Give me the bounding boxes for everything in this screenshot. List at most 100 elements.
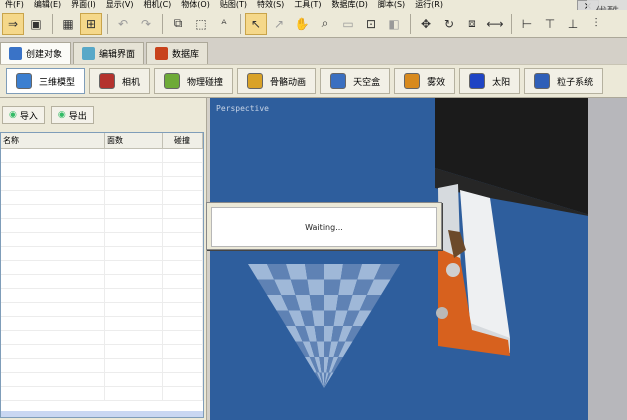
column-header-name[interactable]: 名称 bbox=[1, 133, 105, 148]
redo-button[interactable]: ↷ bbox=[135, 13, 157, 35]
table-cell bbox=[1, 345, 105, 358]
table-row[interactable] bbox=[1, 359, 203, 373]
checker-tile bbox=[307, 279, 324, 295]
object-tab-7[interactable]: 粒子系统 bbox=[524, 68, 604, 94]
align-center-icon: ⊥ bbox=[567, 16, 579, 31]
move-button[interactable]: ✥ bbox=[415, 13, 437, 35]
table-row[interactable] bbox=[1, 331, 203, 345]
align-center-button[interactable]: ⊥ bbox=[562, 13, 584, 35]
horizontal-scrollbar[interactable] bbox=[1, 411, 203, 417]
perspective-viewport[interactable]: Perspective bbox=[210, 98, 627, 420]
camera-button[interactable]: ▭ bbox=[337, 13, 359, 35]
table-cell bbox=[105, 303, 163, 316]
menu-item-0[interactable]: 件(F) bbox=[0, 0, 29, 10]
table-cell bbox=[105, 359, 163, 372]
table-row[interactable] bbox=[1, 247, 203, 261]
model-table[interactable]: 名称 面数 碰撞 bbox=[0, 132, 204, 418]
copy-button[interactable]: ⧉ bbox=[167, 13, 189, 35]
snap-grid-button[interactable]: ⊞ bbox=[80, 12, 102, 35]
table-row[interactable] bbox=[1, 149, 203, 163]
tab-2[interactable]: 数据库 bbox=[146, 42, 209, 64]
tab-label: 编辑界面 bbox=[99, 50, 136, 60]
tab-0[interactable]: 创建对象 bbox=[0, 42, 72, 64]
viewport-label: Perspective bbox=[216, 104, 269, 113]
abc-text-button[interactable]: ᴬ bbox=[213, 13, 235, 35]
arrow-select-button[interactable]: ⇒ bbox=[2, 12, 24, 35]
table-row[interactable] bbox=[1, 317, 203, 331]
menu-item-7[interactable]: 特效(S) bbox=[252, 0, 289, 10]
select-region-icon: ⬚ bbox=[195, 16, 207, 31]
import-button[interactable]: ◉ 导入 bbox=[2, 106, 45, 124]
menu-item-5[interactable]: 物体(O) bbox=[176, 0, 215, 10]
table-row[interactable] bbox=[1, 233, 203, 247]
table-cell bbox=[105, 191, 163, 204]
shape-button[interactable]: ◧ bbox=[383, 13, 405, 35]
table-cell bbox=[1, 261, 105, 274]
menu-item-8[interactable]: 工具(T) bbox=[289, 0, 326, 10]
menu-item-9[interactable]: 数据库(D) bbox=[326, 0, 372, 10]
table-cell bbox=[1, 163, 105, 176]
object-tab-label: 物理碰撞 bbox=[187, 77, 224, 88]
object-tab-5[interactable]: 雾效 bbox=[394, 68, 456, 94]
tab-icon bbox=[155, 47, 169, 60]
checker-tile bbox=[324, 279, 341, 295]
table-cell bbox=[105, 331, 163, 344]
object-tab-4[interactable]: 天空盒 bbox=[320, 68, 391, 94]
table-row[interactable] bbox=[1, 219, 203, 233]
table-cell bbox=[105, 317, 163, 330]
table-row[interactable] bbox=[1, 205, 203, 219]
export-button[interactable]: ◉ 导出 bbox=[50, 106, 94, 124]
target-button[interactable]: ⊡ bbox=[360, 13, 382, 35]
distribute-icon: ⫶ bbox=[594, 16, 598, 30]
object-tab-2[interactable]: 物理碰撞 bbox=[154, 68, 234, 94]
distribute-button[interactable]: ⫶ bbox=[585, 13, 607, 35]
table-row[interactable] bbox=[1, 177, 203, 191]
grid-button[interactable]: ▦ bbox=[57, 13, 79, 35]
table-row[interactable] bbox=[1, 261, 203, 275]
object-tab-0[interactable]: 三维模型 bbox=[6, 68, 86, 94]
menu-item-3[interactable]: 显示(V) bbox=[101, 0, 139, 10]
toolbar-separator bbox=[162, 13, 163, 34]
save-button[interactable]: ▣ bbox=[25, 13, 47, 35]
link-pointer-button[interactable]: ↗ bbox=[268, 13, 290, 35]
object-tab-icon bbox=[330, 73, 347, 89]
align-v-button[interactable]: ⊤ bbox=[539, 13, 561, 35]
table-row[interactable] bbox=[1, 275, 203, 289]
shape-icon: ◧ bbox=[388, 16, 400, 31]
table-row[interactable] bbox=[1, 289, 203, 303]
column-header-faces[interactable]: 面数 bbox=[105, 133, 163, 148]
object-tab-3[interactable]: 骨骼动画 bbox=[237, 68, 317, 94]
table-row[interactable] bbox=[1, 303, 203, 317]
select-region-button[interactable]: ⬚ bbox=[190, 13, 212, 35]
table-row[interactable] bbox=[1, 345, 203, 359]
menu-item-1[interactable]: 编辑(E) bbox=[29, 0, 66, 10]
object-tab-1[interactable]: 相机 bbox=[89, 68, 151, 94]
hand-pan-button[interactable]: ✋ bbox=[291, 13, 313, 35]
table-row[interactable] bbox=[1, 387, 203, 401]
mirror-button[interactable]: ⟷ bbox=[484, 13, 506, 35]
menu-item-2[interactable]: 界面(I) bbox=[66, 0, 101, 10]
menu-item-4[interactable]: 相机(C) bbox=[138, 0, 176, 10]
scale-button[interactable]: ⧈ bbox=[461, 13, 483, 35]
checker-tile bbox=[324, 264, 343, 280]
undo-button[interactable]: ↶ bbox=[112, 13, 134, 35]
column-header-collision[interactable]: 碰撞 bbox=[163, 133, 203, 148]
table-cell bbox=[163, 247, 203, 260]
menu-item-11[interactable]: 运行(R) bbox=[410, 0, 448, 10]
table-cell bbox=[163, 191, 203, 204]
menu-item-10[interactable]: 脚本(S) bbox=[373, 0, 410, 10]
table-cell bbox=[1, 303, 105, 316]
toolbar-separator bbox=[511, 13, 512, 34]
table-row[interactable] bbox=[1, 163, 203, 177]
table-row[interactable] bbox=[1, 373, 203, 387]
rotate-button[interactable]: ↻ bbox=[438, 13, 460, 35]
object-tab-6[interactable]: 太阳 bbox=[459, 68, 521, 94]
pointer-button[interactable]: ↖ bbox=[245, 12, 267, 35]
menu-item-6[interactable]: 贴图(T) bbox=[215, 0, 252, 10]
table-row[interactable] bbox=[1, 191, 203, 205]
tab-1[interactable]: 编辑界面 bbox=[73, 42, 145, 64]
table-cell bbox=[163, 163, 203, 176]
zoom-icon: ⌕ bbox=[321, 16, 329, 30]
zoom-button[interactable]: ⌕ bbox=[314, 13, 336, 35]
align-h-button[interactable]: ⊢ bbox=[516, 13, 538, 35]
